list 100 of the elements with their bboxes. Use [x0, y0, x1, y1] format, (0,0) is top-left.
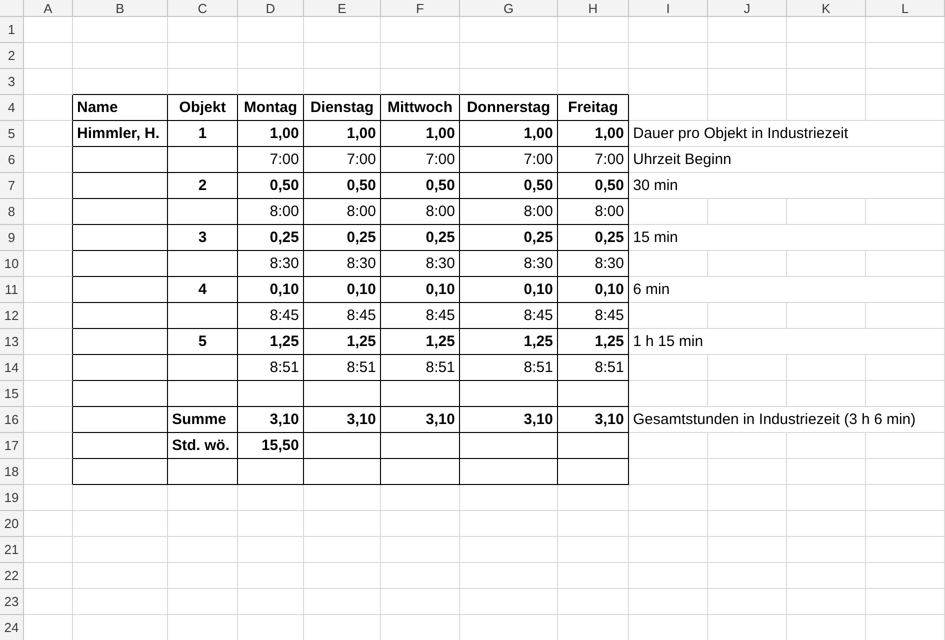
- table-cell[interactable]: Objekt: [168, 95, 238, 121]
- row-header[interactable]: 9: [0, 225, 24, 251]
- table-cell[interactable]: Name: [73, 95, 168, 121]
- table-cell[interactable]: 7:00: [558, 147, 629, 173]
- table-cell[interactable]: 0,10: [238, 277, 304, 303]
- table-cell[interactable]: 3,10: [558, 407, 629, 433]
- column-header[interactable]: F: [381, 0, 460, 17]
- table-cell[interactable]: Summe: [168, 407, 238, 433]
- table-cell[interactable]: 8:45: [238, 303, 304, 329]
- table-cell[interactable]: 30 min: [629, 173, 945, 199]
- row-header[interactable]: 18: [0, 459, 24, 485]
- table-cell[interactable]: 2: [168, 173, 238, 199]
- table-cell[interactable]: 7:00: [460, 147, 558, 173]
- table-cell[interactable]: 8:51: [381, 355, 460, 381]
- row-header[interactable]: 8: [0, 199, 24, 225]
- row-header[interactable]: 14: [0, 355, 24, 381]
- table-cell[interactable]: 8:00: [238, 199, 304, 225]
- table-cell[interactable]: 3,10: [304, 407, 381, 433]
- row-header[interactable]: 3: [0, 69, 24, 95]
- table-cell[interactable]: 1,00: [460, 121, 558, 147]
- table-cell[interactable]: 8:45: [558, 303, 629, 329]
- table-cell[interactable]: 1,00: [381, 121, 460, 147]
- column-header[interactable]: G: [460, 0, 558, 17]
- table-cell[interactable]: 7:00: [238, 147, 304, 173]
- table-cell[interactable]: 0,25: [238, 225, 304, 251]
- table-cell[interactable]: 15 min: [629, 225, 945, 251]
- table-cell[interactable]: 1 h 15 min: [629, 329, 945, 355]
- table-cell[interactable]: 1,25: [558, 329, 629, 355]
- table-cell[interactable]: 1,25: [304, 329, 381, 355]
- row-header[interactable]: 10: [0, 251, 24, 277]
- column-header[interactable]: L: [866, 0, 945, 17]
- table-cell[interactable]: Dauer pro Objekt in Industriezeit: [629, 121, 945, 147]
- table-cell[interactable]: 3: [168, 225, 238, 251]
- row-header[interactable]: 21: [0, 537, 24, 563]
- column-header[interactable]: B: [73, 0, 168, 17]
- table-cell[interactable]: 8:45: [460, 303, 558, 329]
- row-header[interactable]: 13: [0, 329, 24, 355]
- table-cell[interactable]: 1,00: [304, 121, 381, 147]
- row-header[interactable]: 11: [0, 277, 24, 303]
- table-cell[interactable]: 3,10: [460, 407, 558, 433]
- table-cell[interactable]: 0,25: [460, 225, 558, 251]
- column-header[interactable]: D: [238, 0, 304, 17]
- table-cell[interactable]: 8:30: [381, 251, 460, 277]
- row-header[interactable]: 1: [0, 17, 24, 43]
- table-cell[interactable]: 0,10: [381, 277, 460, 303]
- row-header[interactable]: 16: [0, 407, 24, 433]
- table-cell[interactable]: Donnerstag: [460, 95, 558, 121]
- table-cell[interactable]: 15,50: [238, 433, 304, 459]
- table-cell[interactable]: 8:30: [460, 251, 558, 277]
- row-header[interactable]: 6: [0, 147, 24, 173]
- column-header[interactable]: K: [787, 0, 866, 17]
- table-cell[interactable]: 0,50: [238, 173, 304, 199]
- row-header[interactable]: 7: [0, 173, 24, 199]
- row-header[interactable]: 15: [0, 381, 24, 407]
- table-cell[interactable]: 8:30: [304, 251, 381, 277]
- row-header[interactable]: 17: [0, 433, 24, 459]
- table-cell[interactable]: 8:00: [460, 199, 558, 225]
- table-cell[interactable]: Gesamtstunden in Industriezeit (3 h 6 min): [629, 407, 945, 433]
- table-cell[interactable]: Himmler, H.: [73, 121, 168, 147]
- table-cell[interactable]: 0,25: [304, 225, 381, 251]
- table-cell[interactable]: 0,25: [558, 225, 629, 251]
- table-cell[interactable]: 3,10: [381, 407, 460, 433]
- table-cell[interactable]: 1,00: [238, 121, 304, 147]
- select-all-button[interactable]: [0, 0, 24, 17]
- table-cell[interactable]: 0,50: [460, 173, 558, 199]
- table-cell[interactable]: 0,10: [558, 277, 629, 303]
- table-cell[interactable]: 0,50: [558, 173, 629, 199]
- table-cell[interactable]: Montag: [238, 95, 304, 121]
- table-cell[interactable]: 8:51: [558, 355, 629, 381]
- table-cell[interactable]: Freitag: [558, 95, 629, 121]
- table-cell[interactable]: 1,25: [238, 329, 304, 355]
- table-cell[interactable]: 8:51: [304, 355, 381, 381]
- row-header[interactable]: 5: [0, 121, 24, 147]
- table-cell[interactable]: 8:30: [558, 251, 629, 277]
- table-cell[interactable]: 5: [168, 329, 238, 355]
- table-cell[interactable]: 8:45: [304, 303, 381, 329]
- column-header[interactable]: I: [629, 0, 708, 17]
- table-cell[interactable]: Dienstag: [304, 95, 381, 121]
- column-header[interactable]: A: [24, 0, 73, 17]
- table-cell[interactable]: 1,25: [381, 329, 460, 355]
- table-cell[interactable]: 8:51: [238, 355, 304, 381]
- table-cell[interactable]: 8:00: [381, 199, 460, 225]
- table-cell[interactable]: 7:00: [381, 147, 460, 173]
- table-cell[interactable]: 4: [168, 277, 238, 303]
- table-cell[interactable]: 1,25: [460, 329, 558, 355]
- row-header[interactable]: 4: [0, 95, 24, 121]
- table-cell[interactable]: 6 min: [629, 277, 945, 303]
- table-cell[interactable]: Uhrzeit Beginn: [629, 147, 945, 173]
- table-cell[interactable]: 0,50: [304, 173, 381, 199]
- table-cell[interactable]: 1,00: [558, 121, 629, 147]
- row-header[interactable]: 20: [0, 511, 24, 537]
- column-header[interactable]: H: [558, 0, 629, 17]
- table-cell[interactable]: 0,10: [304, 277, 381, 303]
- table-cell[interactable]: 8:51: [460, 355, 558, 381]
- table-cell[interactable]: 8:30: [238, 251, 304, 277]
- table-cell[interactable]: 0,10: [460, 277, 558, 303]
- table-cell[interactable]: 0,25: [381, 225, 460, 251]
- row-header[interactable]: 2: [0, 43, 24, 69]
- table-cell[interactable]: 0,50: [381, 173, 460, 199]
- row-header[interactable]: 22: [0, 563, 24, 589]
